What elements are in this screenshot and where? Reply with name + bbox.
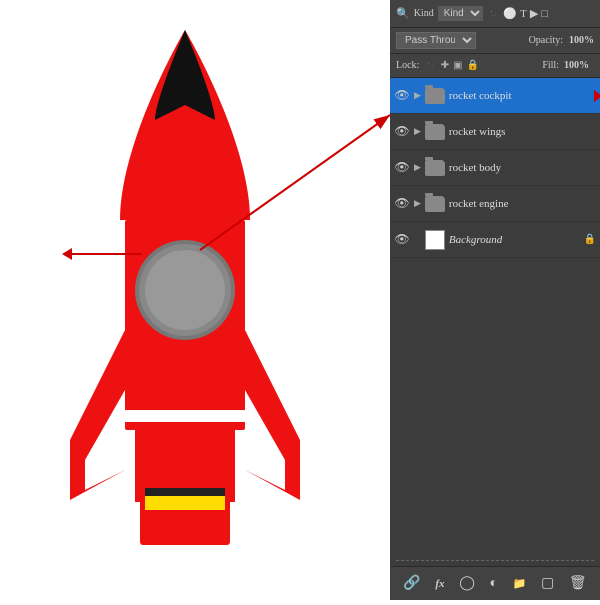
layer-item-rocket-wings[interactable]: 👁 ▶ rocket wings: [390, 114, 600, 150]
fill-value: 100%: [564, 60, 589, 71]
blend-mode-dropdown[interactable]: Pass Through: [396, 32, 476, 49]
folder-icon-wings: [425, 124, 445, 140]
search-icon: 🔍: [396, 7, 410, 20]
layer-mask-icon[interactable]: ◯: [459, 575, 475, 592]
new-group-icon[interactable]: 📁: [513, 577, 527, 590]
separator: [390, 556, 600, 566]
link-icon[interactable]: 🔗: [403, 575, 420, 592]
layer-name-bg: Background: [449, 234, 580, 246]
lock-label: Lock:: [396, 60, 419, 71]
eye-icon-body[interactable]: 👁: [394, 160, 410, 175]
lock-pixels-icon[interactable]: ◾: [424, 60, 436, 71]
arrow-line: [72, 253, 142, 255]
new-layer-icon[interactable]: ▢: [541, 575, 554, 592]
bg-lock-icon: 🔒: [584, 234, 596, 245]
expand-arrow-body[interactable]: ▶: [414, 162, 421, 173]
lock-all-icon[interactable]: 🔒: [467, 60, 479, 71]
lock-fill-row: Lock: ◾ ✚ ▣ 🔒 Fill: 100%: [390, 54, 600, 78]
layer-name-cockpit: rocket cockpit: [449, 90, 596, 102]
eye-icon-bg[interactable]: 👁: [394, 232, 410, 247]
arrow-annotation: [62, 248, 142, 260]
folder-icon-engine: [425, 196, 445, 212]
arrow-head-icon: [62, 248, 72, 260]
expand-arrow-bg: ▶: [414, 234, 421, 245]
layer-item-background[interactable]: 👁 ▶ Background 🔒: [390, 222, 600, 258]
rocket-illustration: [50, 20, 320, 590]
folder-icon-cockpit: [425, 88, 445, 104]
bg-thumbnail: [425, 230, 445, 250]
layer-name-wings: rocket wings: [449, 126, 596, 138]
layers-list: 👁 ▶ rocket cockpit 👁 ▶ rocket wings 👁 ▶ …: [390, 78, 600, 556]
fill-label: Fill:: [542, 60, 559, 71]
kind-dropdown[interactable]: Kind: [438, 6, 483, 21]
panel-bottom-toolbar: 🔗 fx ◯ ◐ 📁 ▢ 🗑: [390, 566, 600, 600]
delete-layer-icon[interactable]: 🗑: [569, 575, 587, 592]
layer-name-engine: rocket engine: [449, 198, 596, 210]
folder-icon-body: [425, 160, 445, 176]
adjustment-layer-icon[interactable]: ◐: [490, 576, 498, 592]
panel-toolbar: 🔍 Kind Kind ◾ ⚪ T ▶ □: [390, 0, 600, 28]
fx-icon[interactable]: fx: [435, 578, 444, 590]
opacity-label: Opacity:: [529, 35, 563, 46]
layer-item-rocket-cockpit[interactable]: 👁 ▶ rocket cockpit: [390, 78, 600, 114]
filter-icons: ◾ ⚪ T ▶ □: [487, 7, 548, 20]
eye-icon-wings[interactable]: 👁: [394, 124, 410, 139]
layers-panel: 🔍 Kind Kind ◾ ⚪ T ▶ □ Pass Through Opaci…: [390, 0, 600, 600]
lock-icons-group: ◾ ✚ ▣ 🔒: [424, 60, 479, 71]
layer-name-body: rocket body: [449, 162, 596, 174]
adjustment-icon[interactable]: ⚪: [503, 7, 517, 20]
lock-move-icon[interactable]: ✚: [441, 60, 449, 71]
expand-arrow-engine[interactable]: ▶: [414, 198, 421, 209]
pixel-icon[interactable]: ◾: [487, 7, 501, 20]
blend-mode-row: Pass Through Opacity: 100%: [390, 28, 600, 54]
panel-arrow-indicator: [594, 90, 600, 102]
expand-arrow-wings[interactable]: ▶: [414, 126, 421, 137]
expand-arrow-cockpit[interactable]: ▶: [414, 90, 421, 101]
eye-icon-cockpit[interactable]: 👁: [394, 88, 410, 103]
layer-item-rocket-body[interactable]: 👁 ▶ rocket body: [390, 150, 600, 186]
shape-icon[interactable]: ▶: [530, 7, 538, 20]
canvas-area: [0, 0, 390, 600]
lock-artboards-icon[interactable]: ▣: [453, 60, 462, 71]
eye-icon-engine[interactable]: 👁: [394, 196, 410, 211]
opacity-value: 100%: [569, 35, 594, 46]
type-icon[interactable]: T: [520, 8, 527, 20]
kind-label: Kind: [414, 8, 434, 19]
smart-icon[interactable]: □: [541, 8, 548, 20]
layer-item-rocket-engine[interactable]: 👁 ▶ rocket engine: [390, 186, 600, 222]
